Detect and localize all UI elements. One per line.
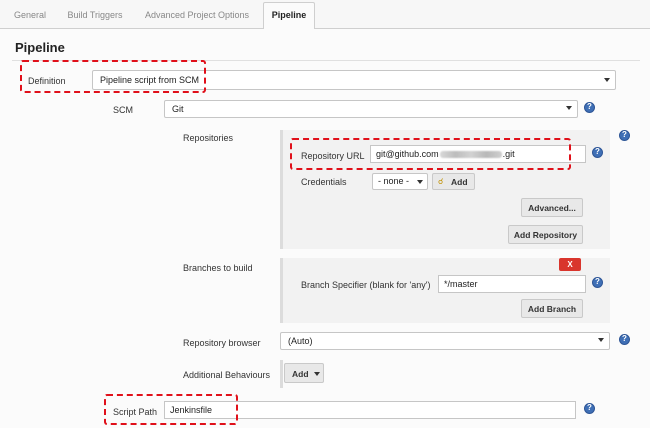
advanced-button[interactable]: Advanced... (521, 198, 583, 217)
repository-browser-label: Repository browser (183, 338, 261, 348)
help-icon[interactable] (619, 334, 630, 345)
repository-browser-value: (Auto) (288, 336, 313, 346)
help-icon[interactable] (592, 277, 603, 288)
branch-specifier-label: Branch Specifier (blank for 'any') (301, 280, 431, 290)
key-icon: ☌ (438, 177, 444, 186)
add-behaviour-label: Add (292, 369, 320, 379)
repository-url-highlight (290, 138, 571, 170)
help-icon[interactable] (592, 147, 603, 158)
tab-bar: General Build Triggers Advanced Project … (0, 0, 650, 30)
add-branch-button[interactable]: Add Branch (521, 299, 583, 318)
credentials-label: Credentials (301, 177, 347, 187)
scm-value: Git (172, 104, 184, 114)
add-behaviour-button[interactable]: Add (284, 363, 324, 383)
delete-branch-button[interactable]: X (559, 258, 581, 271)
add-credentials-label: Add (451, 177, 468, 187)
add-credentials-button[interactable]: ☌ Add (432, 173, 475, 190)
branches-label: Branches to build (183, 263, 253, 273)
chevron-down-icon (566, 106, 572, 110)
credentials-value: - none - (378, 176, 410, 186)
branch-specifier-input[interactable]: */master (438, 275, 586, 293)
add-repository-button[interactable]: Add Repository (508, 225, 583, 244)
script-path-highlight (104, 394, 238, 425)
chevron-down-icon (598, 338, 604, 342)
tab-build-triggers[interactable]: Build Triggers (60, 4, 130, 27)
credentials-select[interactable]: - none - (372, 173, 428, 190)
repositories-label: Repositories (183, 133, 234, 143)
add-repository-label: Add Repository (513, 230, 578, 240)
help-icon[interactable] (584, 403, 595, 414)
section-title: Pipeline (15, 40, 65, 55)
chevron-down-icon (417, 180, 423, 184)
repository-browser-select[interactable]: (Auto) (280, 332, 610, 350)
scm-select[interactable]: Git (164, 100, 578, 118)
help-icon[interactable] (584, 102, 595, 113)
branch-specifier-value: */master (444, 279, 478, 289)
tab-general[interactable]: General (4, 4, 56, 27)
tab-pipeline[interactable]: Pipeline (263, 2, 315, 30)
chevron-down-icon (604, 78, 610, 82)
help-icon[interactable] (619, 130, 630, 141)
chevron-down-icon (313, 372, 320, 376)
add-branch-label: Add Branch (527, 304, 577, 314)
tab-advanced-project-options[interactable]: Advanced Project Options (134, 4, 260, 27)
definition-highlight (20, 60, 206, 93)
additional-behaviours-label: Additional Behaviours (183, 370, 271, 380)
advanced-label: Advanced... (528, 203, 576, 213)
scm-label: SCM (113, 105, 133, 115)
